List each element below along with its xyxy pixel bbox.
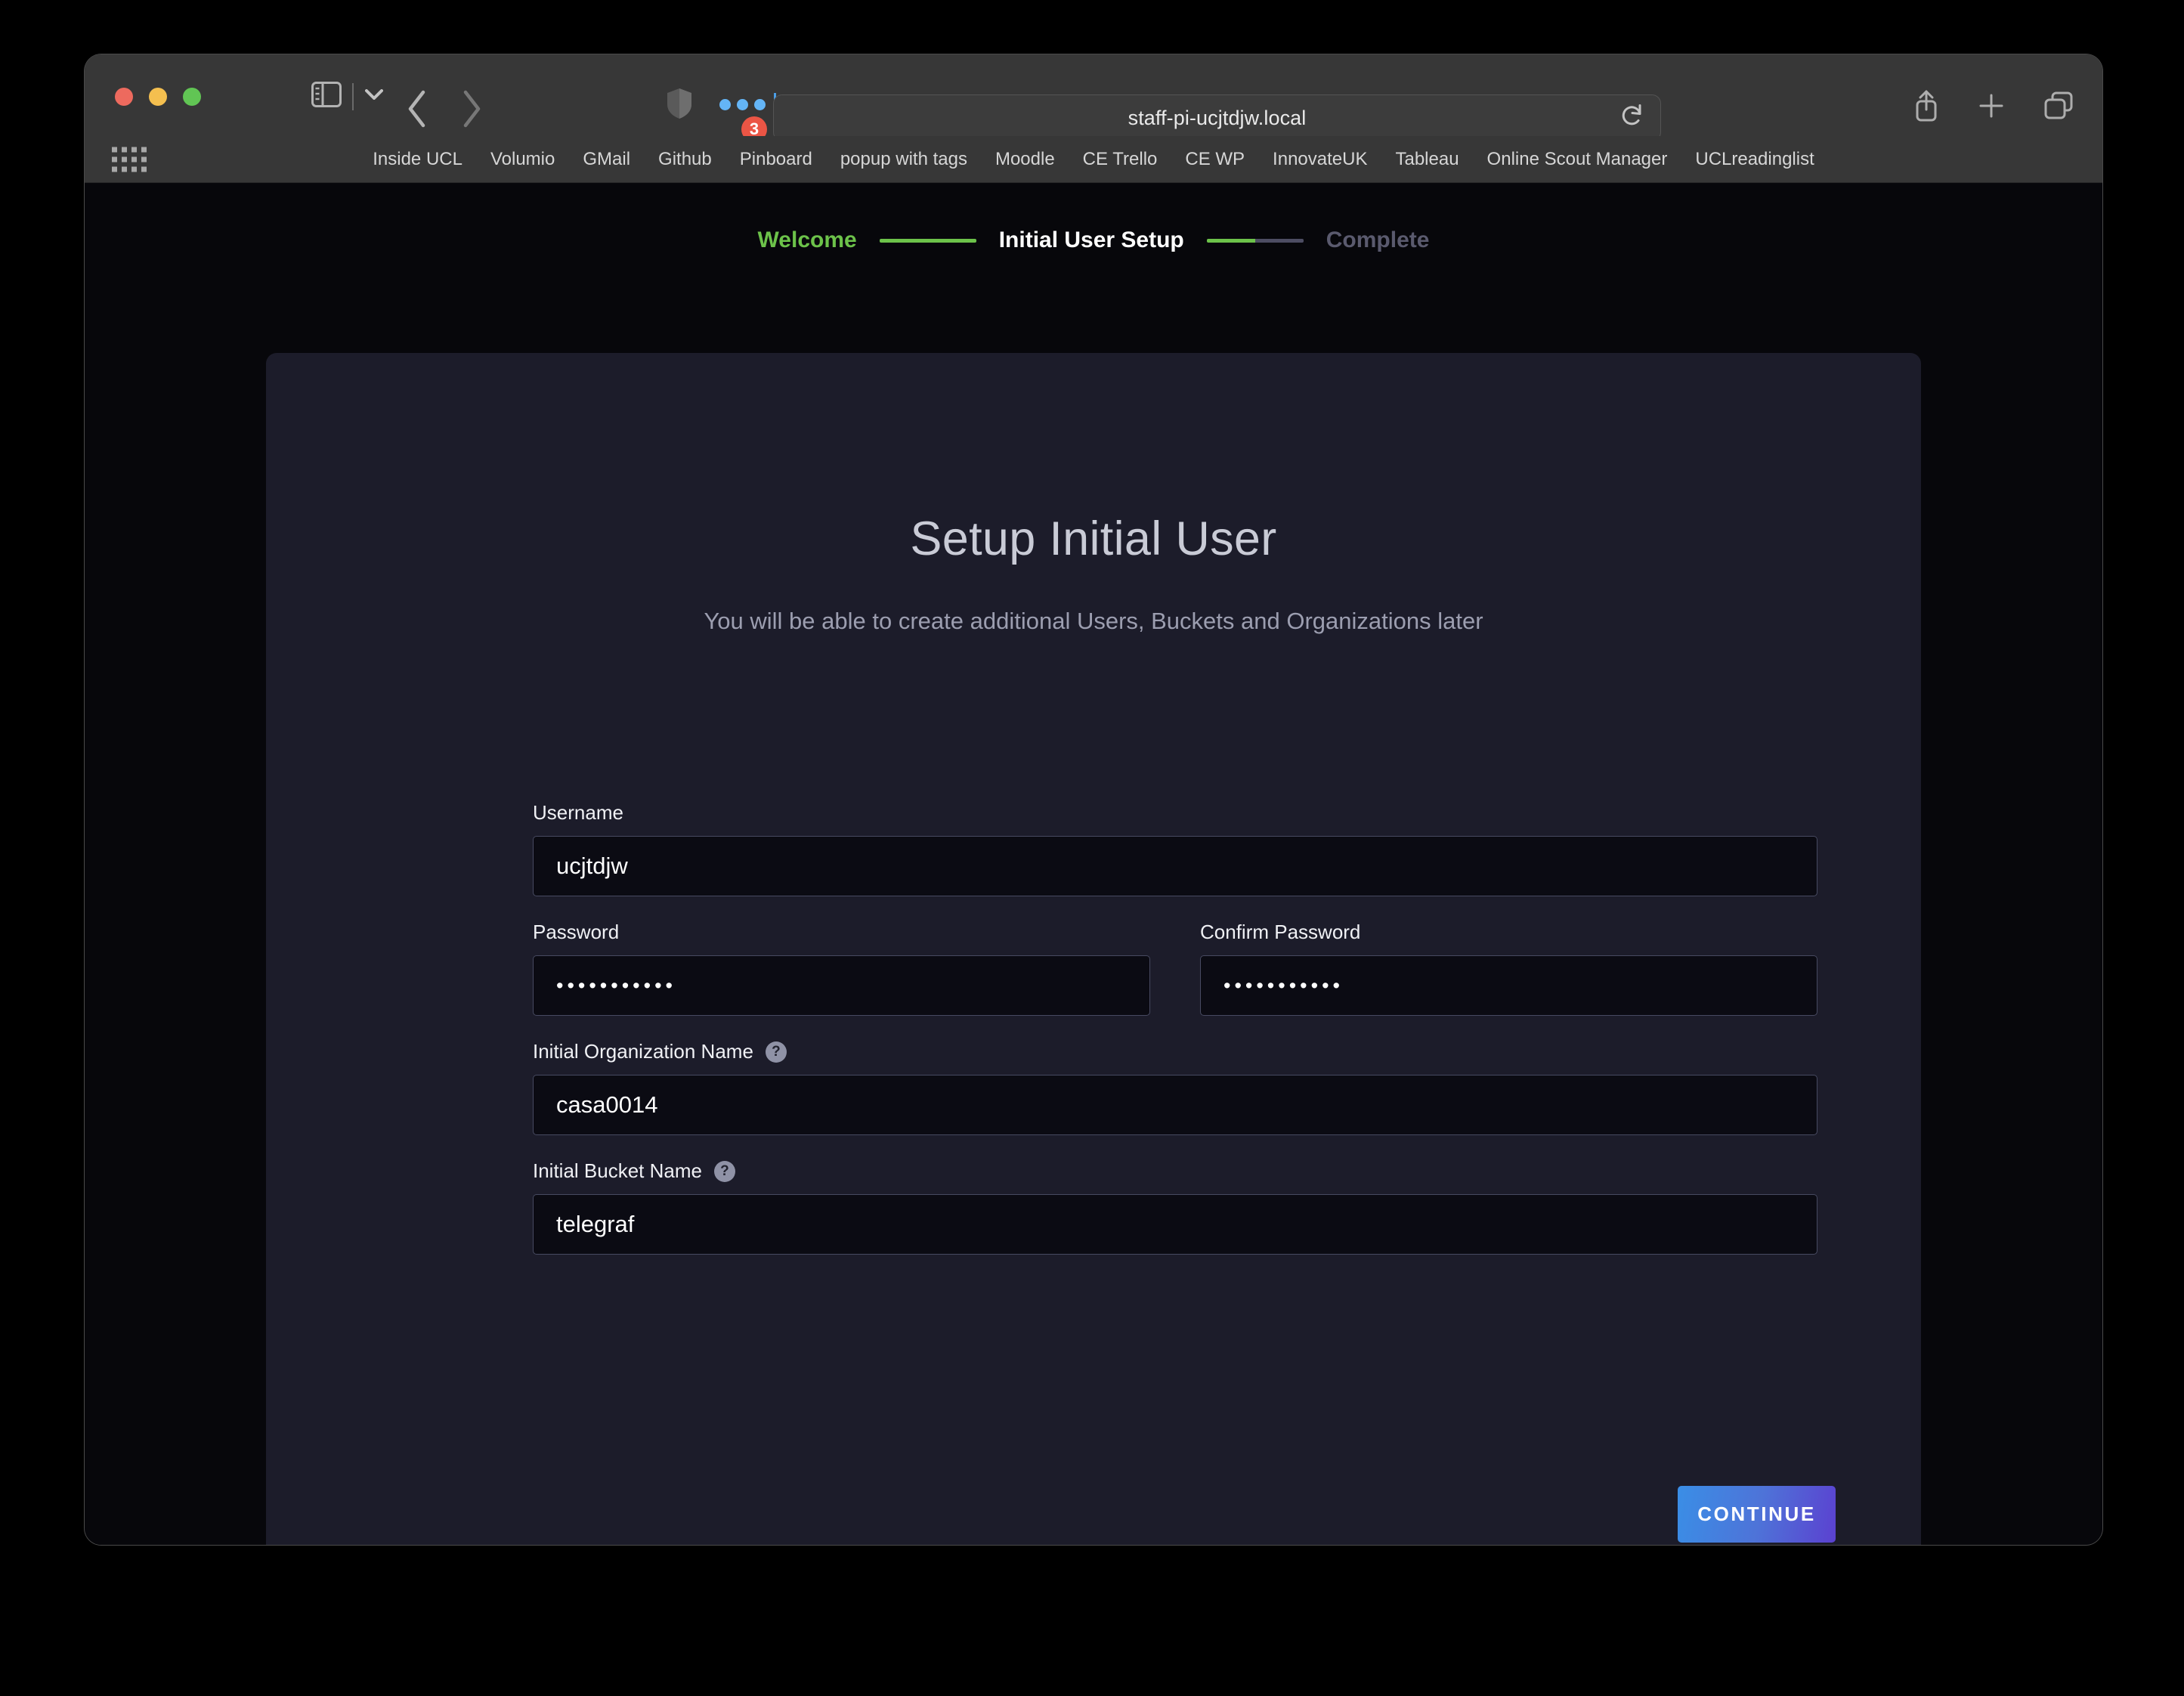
username-label: Username xyxy=(533,801,1817,825)
setup-card: Setup Initial User You will be able to c… xyxy=(266,353,1921,1545)
field-password: Password ••••••••••• xyxy=(533,921,1150,1016)
toolbar-divider xyxy=(352,82,354,110)
page-subtitle: You will be able to create additional Us… xyxy=(704,608,1483,634)
bookmark-item[interactable]: Moodle xyxy=(995,149,1055,170)
organization-input[interactable] xyxy=(533,1075,1817,1135)
setup-form: Username Password ••••••••••• Confirm Pa… xyxy=(533,801,1817,1279)
confirm-password-input[interactable]: ••••••••••• xyxy=(1200,955,1817,1016)
organization-help-icon[interactable]: ? xyxy=(765,1041,787,1063)
step-connector-2 xyxy=(1206,238,1304,243)
share-icon[interactable] xyxy=(1913,89,1939,126)
password-input[interactable]: ••••••••••• xyxy=(533,955,1150,1016)
chevron-down-icon[interactable] xyxy=(364,88,384,105)
reload-icon[interactable] xyxy=(1621,104,1644,132)
back-arrow-icon[interactable] xyxy=(406,89,428,132)
password-label-text: Password xyxy=(533,921,620,943)
bucket-label-text: Initial Bucket Name xyxy=(533,1159,702,1182)
maximize-window-button[interactable] xyxy=(183,88,201,106)
sidebar-toggle-icon[interactable] xyxy=(311,82,342,111)
password-label: Password xyxy=(533,921,1150,944)
bookmark-item[interactable]: InnovateUK xyxy=(1273,149,1367,170)
close-window-button[interactable] xyxy=(115,88,133,106)
organization-label: Initial Organization Name ? xyxy=(533,1040,1817,1063)
bookmark-item[interactable]: CE Trello xyxy=(1083,149,1158,170)
bucket-label: Initial Bucket Name ? xyxy=(533,1159,1817,1183)
page-content: Welcome Initial User Setup Complete Setu… xyxy=(85,184,2102,1545)
extensions-dots-icon[interactable] xyxy=(719,93,776,116)
bookmark-item[interactable]: UCLreadinglist xyxy=(1695,149,1814,170)
bookmark-item[interactable]: CE WP xyxy=(1185,149,1245,170)
bucket-input[interactable] xyxy=(533,1194,1817,1255)
browser-window: 3 staff-pi-ucjtdjw.local Inside UCL Volu… xyxy=(85,54,2102,1545)
url-text: staff-pi-ucjtdjw.local xyxy=(1128,106,1307,129)
forward-arrow-icon[interactable] xyxy=(460,89,483,132)
bucket-help-icon[interactable]: ? xyxy=(713,1160,735,1182)
bookmark-item[interactable]: Online Scout Manager xyxy=(1487,149,1668,170)
bookmark-item[interactable]: Volumio xyxy=(490,149,555,170)
field-username: Username xyxy=(533,801,1817,896)
field-organization: Initial Organization Name ? xyxy=(533,1040,1817,1135)
field-confirm-password: Confirm Password ••••••••••• xyxy=(1200,921,1817,1016)
organization-label-text: Initial Organization Name xyxy=(533,1040,753,1063)
step-connector-1 xyxy=(879,238,976,243)
minimize-window-button[interactable] xyxy=(149,88,167,106)
bookmark-item[interactable]: Tableau xyxy=(1395,149,1459,170)
shield-icon[interactable] xyxy=(667,88,692,123)
username-input[interactable] xyxy=(533,836,1817,896)
continue-button[interactable]: CONTINUE xyxy=(1678,1486,1836,1543)
bookmark-item[interactable]: GMail xyxy=(583,149,630,170)
apps-grid-icon[interactable] xyxy=(112,147,147,172)
window-controls xyxy=(115,88,201,106)
toolbar-right-actions xyxy=(1913,89,2074,126)
browser-toolbar: 3 staff-pi-ucjtdjw.local xyxy=(85,54,2102,142)
page-title: Setup Initial User xyxy=(910,512,1277,565)
password-row: Password ••••••••••• Confirm Password ••… xyxy=(533,921,1817,1040)
address-bar[interactable]: staff-pi-ucjtdjw.local xyxy=(773,94,1661,141)
sidebar-controls xyxy=(311,82,384,111)
field-bucket: Initial Bucket Name ? xyxy=(533,1159,1817,1255)
wizard-step-welcome[interactable]: Welcome xyxy=(758,227,857,253)
tab-overview-icon[interactable] xyxy=(2043,91,2074,124)
wizard-step-complete[interactable]: Complete xyxy=(1326,227,1430,253)
bookmark-item[interactable]: Inside UCL xyxy=(373,149,462,170)
bookmark-item[interactable]: Github xyxy=(658,149,712,170)
wizard-step-initial-user-setup[interactable]: Initial User Setup xyxy=(999,227,1184,253)
bookmark-item[interactable]: popup with tags xyxy=(840,149,967,170)
bookmark-item[interactable]: Pinboard xyxy=(740,149,812,170)
confirm-password-label: Confirm Password xyxy=(1200,921,1817,944)
wizard-step-indicator: Welcome Initial User Setup Complete xyxy=(85,227,2102,253)
confirm-password-label-text: Confirm Password xyxy=(1200,921,1361,943)
plus-icon[interactable] xyxy=(1978,93,2004,122)
bookmarks-bar: Inside UCL Volumio GMail Github Pinboard… xyxy=(85,136,2102,183)
username-label-text: Username xyxy=(533,801,623,824)
